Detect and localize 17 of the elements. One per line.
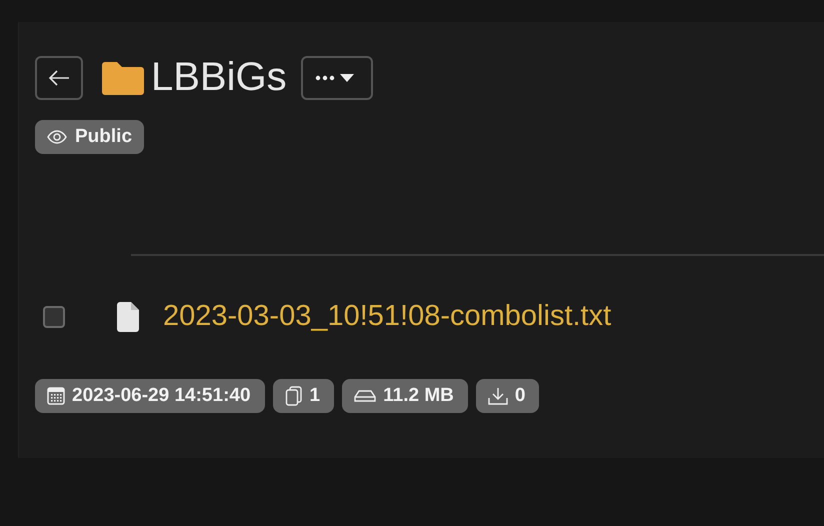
stat-value: 11.2 MB [383, 385, 454, 407]
drive-icon [354, 389, 376, 403]
file-link[interactable]: 2023-03-03_10!51!08-combolist.txt [163, 300, 612, 333]
calendar-icon [47, 387, 65, 405]
visibility-label: Public [75, 126, 132, 148]
file-checkbox[interactable] [43, 306, 65, 328]
copy-icon [284, 386, 303, 406]
stat-value: 0 [514, 385, 526, 407]
more-dropdown-button[interactable] [300, 56, 373, 100]
document-icon [117, 302, 139, 332]
folder-title: LBBiGs [151, 55, 287, 100]
stat-value: 1 [310, 385, 320, 407]
download-icon [488, 387, 508, 405]
back-button[interactable] [35, 56, 83, 100]
stat-value: 2023-06-29 14:51:40 [72, 385, 251, 407]
eye-icon [47, 130, 67, 144]
back-arrow-icon [48, 70, 70, 86]
